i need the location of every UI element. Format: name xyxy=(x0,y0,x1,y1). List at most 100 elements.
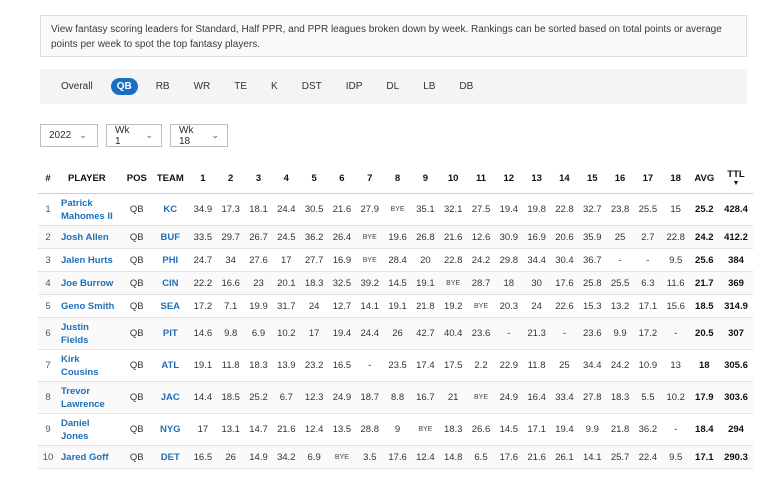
tab-wr[interactable]: WR xyxy=(188,78,217,95)
team-link[interactable]: DET xyxy=(151,445,189,469)
week-start-select[interactable]: Wk 1 ⌄ xyxy=(106,124,162,147)
column-header[interactable]: PLAYER xyxy=(58,163,122,194)
column-header[interactable]: 13 xyxy=(522,163,551,194)
player-link[interactable]: Joe Burrow xyxy=(58,271,122,295)
week-score-cell: 22.8 xyxy=(439,248,468,272)
player-link[interactable]: Kirk Cousins xyxy=(58,349,122,382)
average-cell: 20.5 xyxy=(689,317,719,350)
week-score-cell: 24.4 xyxy=(272,193,301,226)
column-header[interactable]: 4 xyxy=(272,163,301,194)
column-header-label: 2 xyxy=(228,172,234,184)
week-score-cell: 14.5 xyxy=(383,271,412,295)
description-text: View fantasy scoring leaders for Standar… xyxy=(51,24,722,50)
week-score-cell: 42.7 xyxy=(411,317,440,350)
player-link[interactable]: Daniel Jones xyxy=(58,413,122,446)
column-header[interactable]: 7 xyxy=(355,163,384,194)
week-score-cell: 17.2 xyxy=(633,317,662,350)
week-score-cell: 33.4 xyxy=(550,381,579,414)
team-link[interactable]: JAC xyxy=(151,381,189,414)
column-header[interactable]: 2 xyxy=(216,163,245,194)
column-header[interactable]: 1 xyxy=(188,163,217,194)
tab-lb[interactable]: LB xyxy=(417,78,441,95)
column-header[interactable]: 10 xyxy=(439,163,468,194)
week-score-cell: 12.4 xyxy=(411,445,440,469)
week-score-cell: 28.4 xyxy=(383,248,412,272)
tab-dst[interactable]: DST xyxy=(296,78,328,95)
column-header[interactable]: 12 xyxy=(494,163,523,194)
column-header[interactable]: TTL ▼ xyxy=(718,163,753,194)
week-score-cell: 22.4 xyxy=(633,445,662,469)
column-header[interactable]: TEAM xyxy=(151,163,189,194)
week-score-cell: 34.4 xyxy=(522,248,551,272)
player-link[interactable]: Trevor Lawrence xyxy=(58,381,122,414)
week-score-cell: 24 xyxy=(522,294,551,318)
column-header[interactable]: 6 xyxy=(328,163,356,194)
table-row: 10 Jared Goff QB DET 16.5 26 14.9 34.2 6.9 BYE 3.5… xyxy=(38,445,753,469)
column-header[interactable]: 17 xyxy=(633,163,662,194)
average-cell: 25.6 xyxy=(689,248,719,272)
week-score-cell: 27.8 xyxy=(578,381,607,414)
column-header[interactable]: 9 xyxy=(411,163,440,194)
column-header[interactable]: 14 xyxy=(550,163,579,194)
column-header[interactable]: 18 xyxy=(661,163,690,194)
player-link[interactable]: Patrick Mahomes II xyxy=(58,193,122,226)
tab-dl[interactable]: DL xyxy=(380,78,405,95)
week-score-cell: 23.5 xyxy=(383,349,412,382)
week-score-cell: 34 xyxy=(216,248,245,272)
column-header[interactable]: 5 xyxy=(300,163,329,194)
week-end-select[interactable]: Wk 18 ⌄ xyxy=(170,124,228,147)
average-cell: 18 xyxy=(689,349,719,382)
week-score-cell: 15.3 xyxy=(578,294,607,318)
week-score-cell: 19.4 xyxy=(328,317,356,350)
team-link[interactable]: BUF xyxy=(151,225,189,249)
tab-k[interactable]: K xyxy=(265,78,284,95)
column-header[interactable]: 15 xyxy=(578,163,607,194)
team-link[interactable]: PHI xyxy=(151,248,189,272)
column-header[interactable]: AVG xyxy=(689,163,719,194)
column-header[interactable]: # xyxy=(38,163,58,194)
week-end-value: Wk 18 xyxy=(179,124,194,147)
team-link[interactable]: SEA xyxy=(151,294,189,318)
week-score-cell: 21.6 xyxy=(522,445,551,469)
week-score-cell: BYE xyxy=(411,413,440,446)
tab-idp[interactable]: IDP xyxy=(340,78,369,95)
tab-te[interactable]: TE xyxy=(228,78,253,95)
rank-cell: 1 xyxy=(38,193,58,226)
tab-rb[interactable]: RB xyxy=(150,78,176,95)
team-link[interactable]: NYG xyxy=(151,413,189,446)
column-header-label: 5 xyxy=(311,172,317,184)
week-score-cell: 21.8 xyxy=(411,294,440,318)
column-header-label: TEAM xyxy=(156,172,184,184)
team-link[interactable]: CIN xyxy=(151,271,189,295)
team-link[interactable]: ATL xyxy=(151,349,189,382)
column-header[interactable]: 3 xyxy=(244,163,273,194)
week-score-cell: 35.9 xyxy=(578,225,607,249)
table-row: 2 Josh Allen QB BUF 33.5 29.7 26.7 24.5 36.2 26.4… xyxy=(38,225,753,249)
week-score-cell: 18.5 xyxy=(216,381,245,414)
column-header[interactable]: POS xyxy=(122,163,152,194)
player-link[interactable]: Josh Allen xyxy=(58,225,122,249)
column-header[interactable]: 11 xyxy=(467,163,495,194)
week-score-cell: 19.1 xyxy=(188,349,217,382)
week-score-cell: 7.1 xyxy=(216,294,245,318)
total-cell: 384 xyxy=(718,248,753,272)
week-score-cell: 13 xyxy=(661,349,690,382)
player-link[interactable]: Justin Fields xyxy=(58,317,122,350)
week-score-cell: 21.6 xyxy=(439,225,468,249)
week-score-cell: 18.3 xyxy=(439,413,468,446)
season-select[interactable]: 2022 ⌄ xyxy=(40,124,98,147)
week-score-cell: 40.4 xyxy=(439,317,468,350)
tab-db[interactable]: DB xyxy=(453,78,479,95)
player-link[interactable]: Jalen Hurts xyxy=(58,248,122,272)
team-link[interactable]: KC xyxy=(151,193,189,226)
player-link[interactable]: Jared Goff xyxy=(58,445,122,469)
position-cell: QB xyxy=(122,271,152,295)
week-score-cell: 5.5 xyxy=(633,381,662,414)
player-link[interactable]: Geno Smith xyxy=(58,294,122,318)
tab-overall[interactable]: Overall xyxy=(55,78,99,95)
column-header[interactable]: 8 xyxy=(383,163,412,194)
team-link[interactable]: PIT xyxy=(151,317,189,350)
tab-qb[interactable]: QB xyxy=(110,78,138,95)
column-header[interactable]: 16 xyxy=(606,163,634,194)
week-score-cell: 10.2 xyxy=(661,381,690,414)
